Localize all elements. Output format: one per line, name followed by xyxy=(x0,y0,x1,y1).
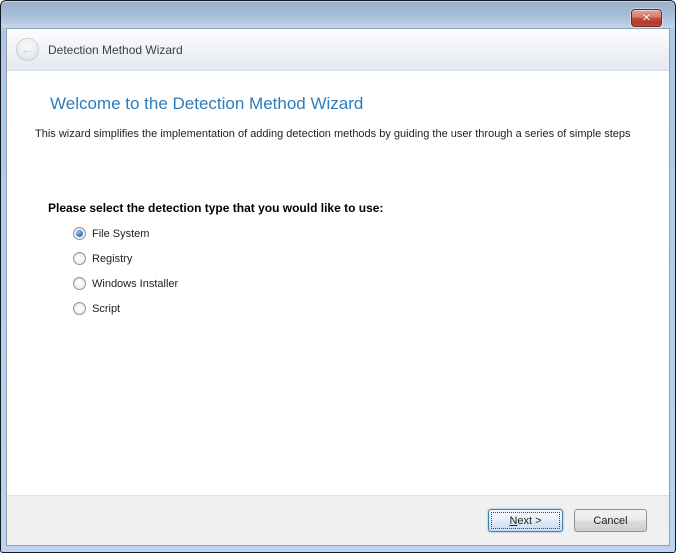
option-label[interactable]: File System xyxy=(92,228,149,240)
wizard-content: Welcome to the Detection Method Wizard T… xyxy=(7,71,669,495)
radio-script[interactable] xyxy=(73,302,86,315)
radio-windows-installer[interactable] xyxy=(73,277,86,290)
back-arrow-icon: ← xyxy=(21,42,34,57)
button-bar: Next > Cancel xyxy=(7,495,669,545)
wizard-header-title: Detection Method Wizard xyxy=(48,43,183,57)
close-button[interactable]: ✕ xyxy=(631,9,662,27)
next-button-label-rest: ext > xyxy=(517,515,541,527)
next-button[interactable]: Next > xyxy=(488,509,563,532)
radio-file-system[interactable] xyxy=(73,227,86,240)
radio-registry[interactable] xyxy=(73,252,86,265)
dialog-body: ← Detection Method Wizard Welcome to the… xyxy=(6,28,670,546)
option-label[interactable]: Script xyxy=(92,303,120,315)
option-file-system[interactable]: File System xyxy=(73,221,178,246)
wizard-description: This wizard simplifies the implementatio… xyxy=(35,128,631,140)
detection-type-prompt: Please select the detection type that yo… xyxy=(48,201,383,215)
close-icon: ✕ xyxy=(642,12,651,24)
option-windows-installer[interactable]: Windows Installer xyxy=(73,271,178,296)
wizard-window: ✕ ← Detection Method Wizard Welcome to t… xyxy=(0,0,676,553)
option-label[interactable]: Registry xyxy=(92,253,132,265)
titlebar: ✕ xyxy=(1,1,675,28)
option-registry[interactable]: Registry xyxy=(73,246,178,271)
option-script[interactable]: Script xyxy=(73,296,178,321)
welcome-heading: Welcome to the Detection Method Wizard xyxy=(50,94,363,114)
cancel-button[interactable]: Cancel xyxy=(574,509,647,532)
option-label[interactable]: Windows Installer xyxy=(92,278,178,290)
wizard-header: ← Detection Method Wizard xyxy=(7,29,669,71)
detection-type-options: File System Registry Windows Installer S… xyxy=(73,221,178,321)
back-button[interactable]: ← xyxy=(16,38,39,61)
